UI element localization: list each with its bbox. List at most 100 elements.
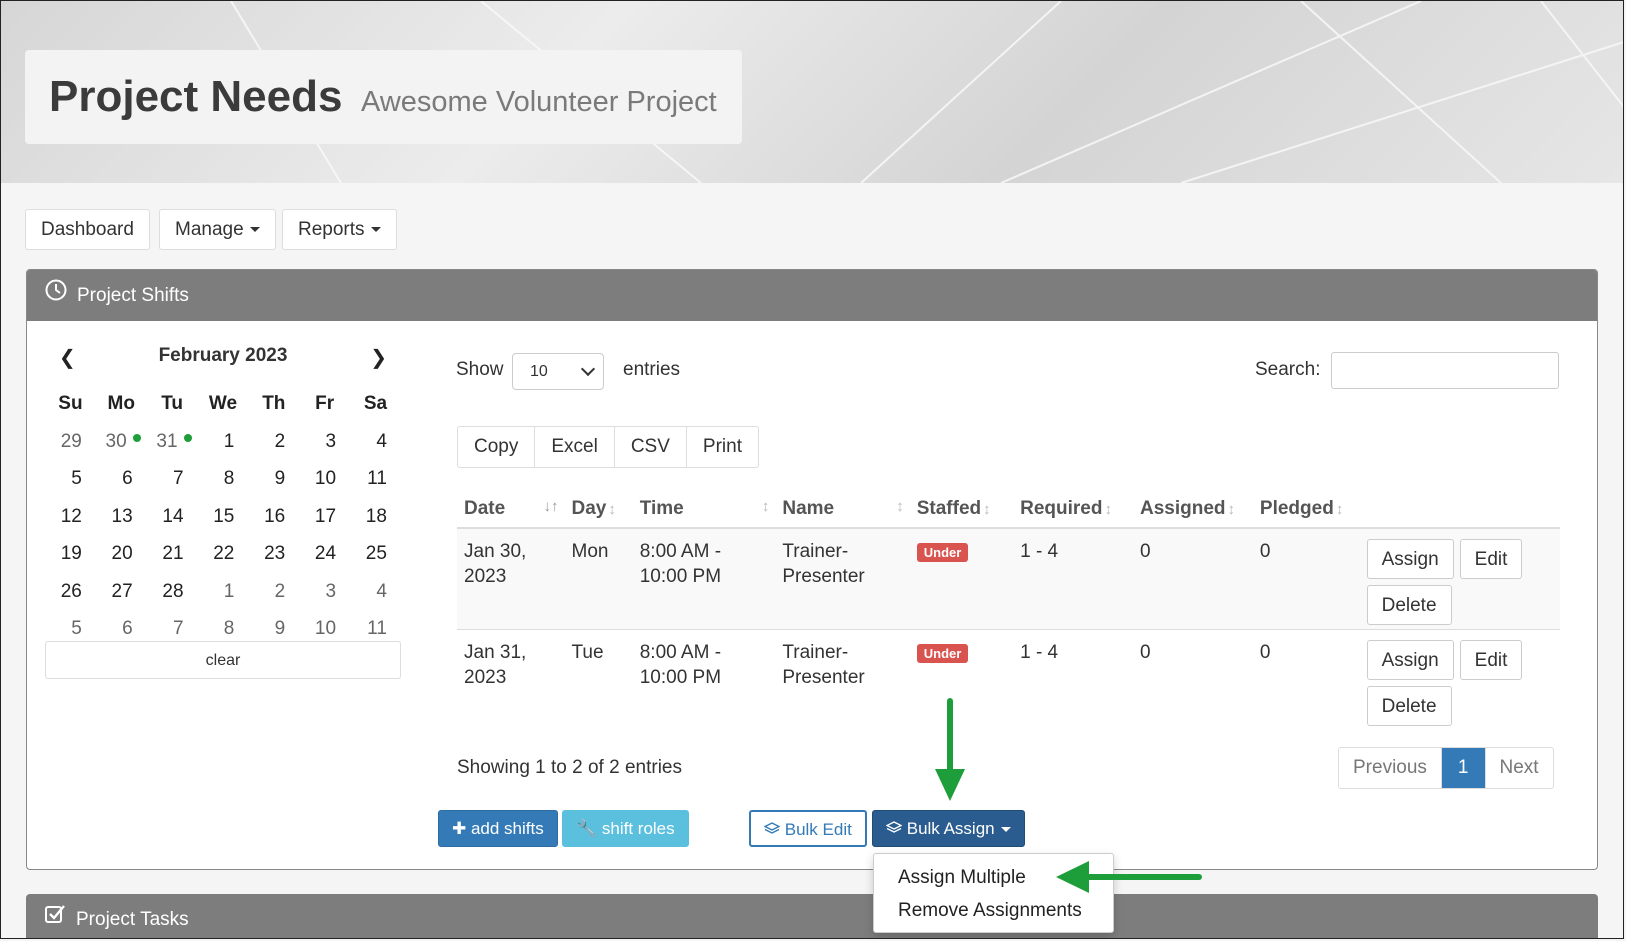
reports-dropdown[interactable]: Reports — [282, 209, 397, 250]
calendar-day[interactable]: 23 — [248, 535, 299, 573]
calendar-day[interactable]: 28 — [147, 573, 198, 611]
calendar-day[interactable]: 9 — [248, 460, 299, 498]
edit-button[interactable]: Edit — [1459, 640, 1523, 680]
excel-button[interactable]: Excel — [535, 427, 615, 467]
calendar-grid: Su Mo Tu We Th Fr Sa 29 30 31 1 2 3 4 5 … — [45, 385, 401, 648]
caret-down-icon — [1000, 827, 1011, 833]
calendar-day[interactable]: 19 — [45, 535, 96, 573]
calendar-month: February 2023 — [158, 345, 288, 366]
shift-roles-label: shift roles — [601, 819, 675, 838]
calendar-day[interactable]: 14 — [147, 498, 198, 536]
delete-button[interactable]: Delete — [1366, 686, 1452, 726]
calendar-day[interactable]: 21 — [147, 535, 198, 573]
entries-select-value: 10 — [530, 363, 548, 380]
chevron-right-icon[interactable]: ❯ — [370, 345, 387, 370]
column-header-pledged[interactable]: Pledged ↕ — [1252, 491, 1367, 529]
dashboard-button[interactable]: Dashboard — [25, 209, 150, 250]
remove-assignments-menu-item[interactable]: Remove Assignments — [874, 894, 1113, 927]
calendar-day[interactable]: 31 — [147, 423, 198, 461]
calendar-clear-button[interactable]: clear — [45, 641, 401, 679]
calendar-day[interactable]: 7 — [147, 460, 198, 498]
calendar-day[interactable]: 3 — [299, 423, 350, 461]
page-title: Project Needs — [49, 72, 343, 121]
calendar-day[interactable]: 5 — [45, 460, 96, 498]
column-label: Day — [571, 498, 607, 519]
assign-multiple-menu-item[interactable]: Assign Multiple — [874, 861, 1113, 894]
manage-dropdown[interactable]: Manage — [159, 209, 276, 250]
day-number: 31 — [156, 430, 178, 452]
entries-select[interactable]: 10 — [512, 353, 604, 390]
print-button[interactable]: Print — [687, 427, 758, 467]
day-number: 27 — [111, 580, 133, 602]
column-header-required[interactable]: Required ↕ — [1013, 491, 1133, 529]
day-number: 22 — [213, 543, 235, 564]
calendar-day[interactable]: 26 — [45, 573, 96, 611]
calendar-day[interactable]: 15 — [198, 498, 249, 536]
event-dot-icon — [132, 433, 141, 442]
shift-roles-button[interactable]: 🔧 shift roles — [562, 810, 689, 847]
column-header-name[interactable]: Name ↕ — [775, 491, 910, 529]
calendar-day[interactable]: 12 — [45, 498, 96, 536]
assign-button[interactable]: Assign — [1366, 539, 1454, 579]
bulk-edit-button[interactable]: Bulk Edit — [749, 810, 867, 847]
page-button-current[interactable]: 1 — [1441, 748, 1486, 788]
calendar-day[interactable]: 4 — [350, 573, 401, 611]
name-line: Presenter — [782, 566, 865, 587]
cell-staffed: Under — [909, 528, 1014, 630]
date-line: 2023 — [464, 667, 507, 688]
day-number: 26 — [60, 580, 82, 602]
calendar-day[interactable]: 2 — [248, 573, 299, 611]
column-header-time[interactable]: Time ↕ — [632, 491, 776, 529]
calendar-day[interactable]: 25 — [350, 535, 401, 573]
calendar-day[interactable]: 20 — [96, 535, 147, 573]
calendar-day[interactable]: 1 — [198, 423, 249, 461]
search-input[interactable] — [1331, 352, 1559, 389]
cell-time: 8:00 AM - 10:00 PM — [632, 528, 776, 630]
bulk-assign-menu: Assign Multiple Remove Assignments — [873, 853, 1114, 933]
column-header-assigned[interactable]: Assigned ↕ — [1133, 491, 1253, 529]
calendar-day[interactable]: 4 — [350, 423, 401, 461]
export-button-group: Copy Excel CSV Print — [457, 426, 759, 468]
project-shifts-header: Project Shifts — [27, 270, 1597, 321]
calendar-day[interactable]: 27 — [96, 573, 147, 611]
calendar-day[interactable]: 22 — [198, 535, 249, 573]
calendar-day[interactable]: 10 — [299, 460, 350, 498]
add-shifts-button[interactable]: ✚ add shifts — [438, 810, 558, 847]
column-header-date[interactable]: Date ↓↑ — [457, 491, 565, 529]
edit-button[interactable]: Edit — [1459, 539, 1523, 579]
calendar-day[interactable]: 17 — [299, 498, 350, 536]
next-page-button[interactable]: Next — [1486, 748, 1553, 788]
calendar-day[interactable]: 6 — [96, 460, 147, 498]
column-header-actions — [1366, 491, 1560, 529]
shifts-table: Date ↓↑ Day ↕ Time ↕ Name ↕ Staffed ↕ Require… — [457, 491, 1560, 730]
sort-icon: ↕ — [761, 498, 770, 515]
calendar-day[interactable]: 11 — [350, 460, 401, 498]
weekday-label: Th — [262, 393, 286, 414]
delete-button[interactable]: Delete — [1366, 585, 1452, 625]
calendar-day[interactable]: 2 — [248, 423, 299, 461]
time-line: 8:00 AM - — [639, 642, 722, 663]
sort-asc-icon: ↓↑ — [543, 498, 559, 515]
day-number: 10 — [314, 468, 337, 489]
calendar-day[interactable]: 8 — [198, 460, 249, 498]
bulk-assign-dropdown[interactable]: Bulk Assign — [872, 810, 1025, 847]
calendar-day[interactable]: 13 — [96, 498, 147, 536]
calendar-day[interactable]: 18 — [350, 498, 401, 536]
status-badge: Under — [916, 644, 969, 663]
calendar-day[interactable]: 16 — [248, 498, 299, 536]
day-number: 18 — [365, 505, 387, 527]
calendar-day[interactable]: 24 — [299, 535, 350, 573]
csv-button[interactable]: CSV — [615, 427, 687, 467]
previous-page-button[interactable]: Previous — [1339, 748, 1442, 788]
calendar-day[interactable]: 29 — [45, 423, 96, 461]
calendar-day[interactable]: 3 — [299, 573, 350, 611]
copy-button[interactable]: Copy — [458, 427, 536, 467]
sort-icon: ↕ — [983, 501, 991, 518]
cell-assigned: 0 — [1140, 642, 1151, 663]
calendar-day[interactable]: 1 — [198, 573, 249, 611]
column-header-staffed[interactable]: Staffed ↕ — [909, 491, 1014, 529]
weekday-label: Sa — [363, 393, 388, 414]
calendar-day[interactable]: 30 — [96, 423, 147, 461]
column-header-day[interactable]: Day ↕ — [564, 491, 633, 529]
assign-button[interactable]: Assign — [1366, 640, 1454, 680]
